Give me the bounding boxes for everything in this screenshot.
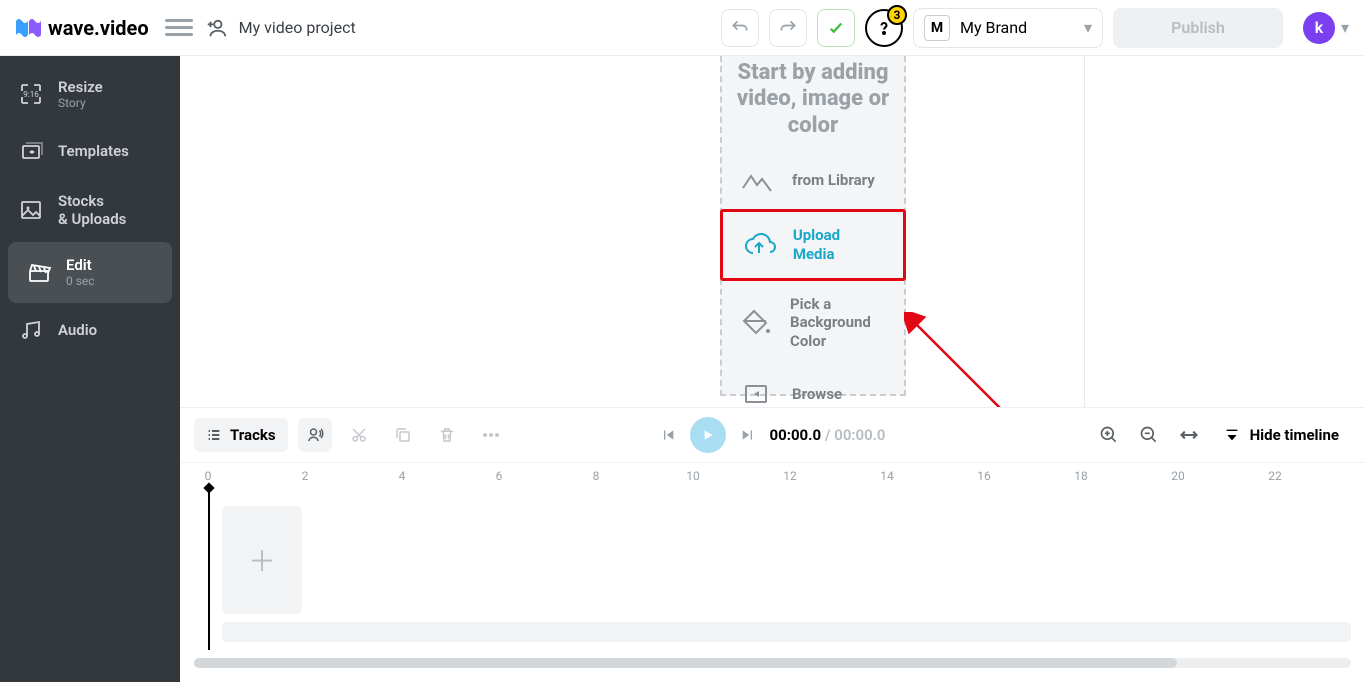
tracks-button[interactable]: Tracks: [194, 418, 288, 452]
scrollbar[interactable]: [194, 658, 1351, 668]
option-label: Upload Media: [793, 226, 885, 264]
logo-text: wave.video: [48, 16, 149, 40]
dropzone: Start by adding video, image or color fr…: [720, 56, 906, 396]
zoom-in-button[interactable]: [1092, 418, 1126, 452]
image-icon: [18, 197, 44, 223]
sidebar-item-audio[interactable]: Audio: [0, 303, 180, 357]
ruler-label: 6: [496, 469, 503, 483]
delete-button[interactable]: [430, 418, 464, 452]
main: Start by adding video, image or color fr…: [180, 56, 1365, 682]
paint-bucket-icon: [740, 308, 774, 338]
cut-button[interactable]: [342, 418, 376, 452]
sidebar-item-edit[interactable]: Edit0 sec: [8, 242, 172, 302]
hide-timeline-label: Hide timeline: [1250, 426, 1339, 444]
chevron-down-icon: ▾: [1341, 18, 1349, 37]
hide-timeline-button[interactable]: Hide timeline: [1212, 418, 1351, 452]
sidebar-item-resize[interactable]: 9:16 ResizeStory: [0, 64, 180, 124]
play-button[interactable]: [690, 417, 726, 453]
sidebar-sublabel: 0 sec: [66, 274, 95, 288]
logo[interactable]: wave.video: [16, 16, 149, 40]
add-clip-button[interactable]: ＋: [222, 506, 302, 614]
scrollbar-thumb[interactable]: [194, 658, 1177, 668]
fit-button[interactable]: [1172, 418, 1206, 452]
playhead[interactable]: [208, 490, 210, 650]
dropzone-title: Start by adding video, image or color: [722, 60, 904, 139]
option-label: Pick a Background Color: [790, 295, 886, 351]
ruler-label: 8: [593, 469, 600, 483]
add-person-icon[interactable]: [203, 15, 229, 41]
music-icon: [18, 317, 44, 343]
option-upload-media[interactable]: Upload Media: [720, 209, 906, 281]
option-browse[interactable]: Browse: [722, 365, 904, 407]
publish-button[interactable]: Publish: [1113, 8, 1283, 48]
brand-letter: M: [924, 15, 950, 41]
library-icon: [740, 165, 776, 195]
prev-button[interactable]: [660, 427, 676, 443]
option-label: from Library: [792, 171, 875, 190]
ruler-label: 0: [205, 469, 212, 483]
browse-icon: [740, 379, 776, 407]
resize-icon: 9:16: [18, 81, 44, 107]
ruler-label: 4: [399, 469, 406, 483]
sidebar-item-templates[interactable]: Templates: [0, 124, 180, 178]
canvas: Start by adding video, image or color fr…: [180, 56, 1365, 407]
header: wave.video My video project 3 M My Brand…: [0, 0, 1365, 56]
sidebar-sublabel: & Uploads: [58, 210, 126, 228]
undo-button[interactable]: [721, 9, 759, 47]
avatar: k: [1303, 12, 1335, 44]
ruler-label: 16: [977, 469, 991, 483]
zoom-out-button[interactable]: [1132, 418, 1166, 452]
ruler-label: 12: [783, 469, 797, 483]
sidebar-label: Edit: [66, 256, 95, 274]
sidebar-label: Audio: [58, 321, 97, 339]
sidebar-label: Stocks: [58, 192, 126, 210]
ruler-label: 2: [302, 469, 309, 483]
option-pick-color[interactable]: Pick a Background Color: [722, 281, 904, 365]
tracks-label: Tracks: [230, 426, 276, 444]
annotation-arrow: [904, 312, 1024, 407]
next-button[interactable]: [740, 427, 756, 443]
ruler-label: 22: [1268, 469, 1282, 483]
ruler[interactable]: 02468101214161820222426: [180, 462, 1365, 490]
ruler-label: 18: [1074, 469, 1088, 483]
ruler-label: 14: [880, 469, 894, 483]
project-name[interactable]: My video project: [239, 18, 356, 37]
copy-button[interactable]: [386, 418, 420, 452]
menu-icon[interactable]: [165, 14, 193, 42]
brand-label: My Brand: [960, 18, 1027, 37]
more-button[interactable]: [474, 418, 508, 452]
sidebar-item-stocks[interactable]: Stocks& Uploads: [0, 178, 180, 242]
sidebar: 9:16 ResizeStory Templates Stocks& Uploa…: [0, 56, 180, 682]
option-label: Browse: [792, 385, 842, 404]
templates-icon: [18, 138, 44, 164]
sidebar-sublabel: Story: [58, 96, 103, 110]
timecode: 00:00.0 / 00:00.0: [770, 426, 886, 444]
sidebar-label: Resize: [58, 78, 103, 96]
user-menu[interactable]: k ▾: [1303, 12, 1349, 44]
brand-dropdown[interactable]: M My Brand ▾: [913, 8, 1103, 48]
tracks-area: ＋: [180, 490, 1365, 682]
option-from-library[interactable]: from Library: [722, 151, 904, 209]
logo-mark-icon: [16, 17, 42, 39]
svg-text:9:16: 9:16: [23, 90, 39, 99]
upload-cloud-icon: [741, 230, 777, 260]
play-controls: 00:00.0 / 00:00.0: [660, 417, 886, 453]
voiceover-button[interactable]: [298, 418, 332, 452]
timeline-toolbar: Tracks 00:00.0 / 00:00.0: [180, 408, 1365, 462]
ruler-label: 10: [686, 469, 700, 483]
help-button[interactable]: 3: [865, 9, 903, 47]
timeline: Tracks 00:00.0 / 00:00.0: [180, 407, 1365, 682]
status-check-icon[interactable]: [817, 9, 855, 47]
sidebar-label: Templates: [58, 142, 129, 160]
redo-button[interactable]: [769, 9, 807, 47]
ruler-label: 20: [1171, 469, 1185, 483]
chevron-down-icon: ▾: [1084, 18, 1092, 37]
track-lane[interactable]: [222, 622, 1351, 642]
clapper-icon: [26, 260, 52, 286]
help-badge: 3: [887, 5, 907, 25]
